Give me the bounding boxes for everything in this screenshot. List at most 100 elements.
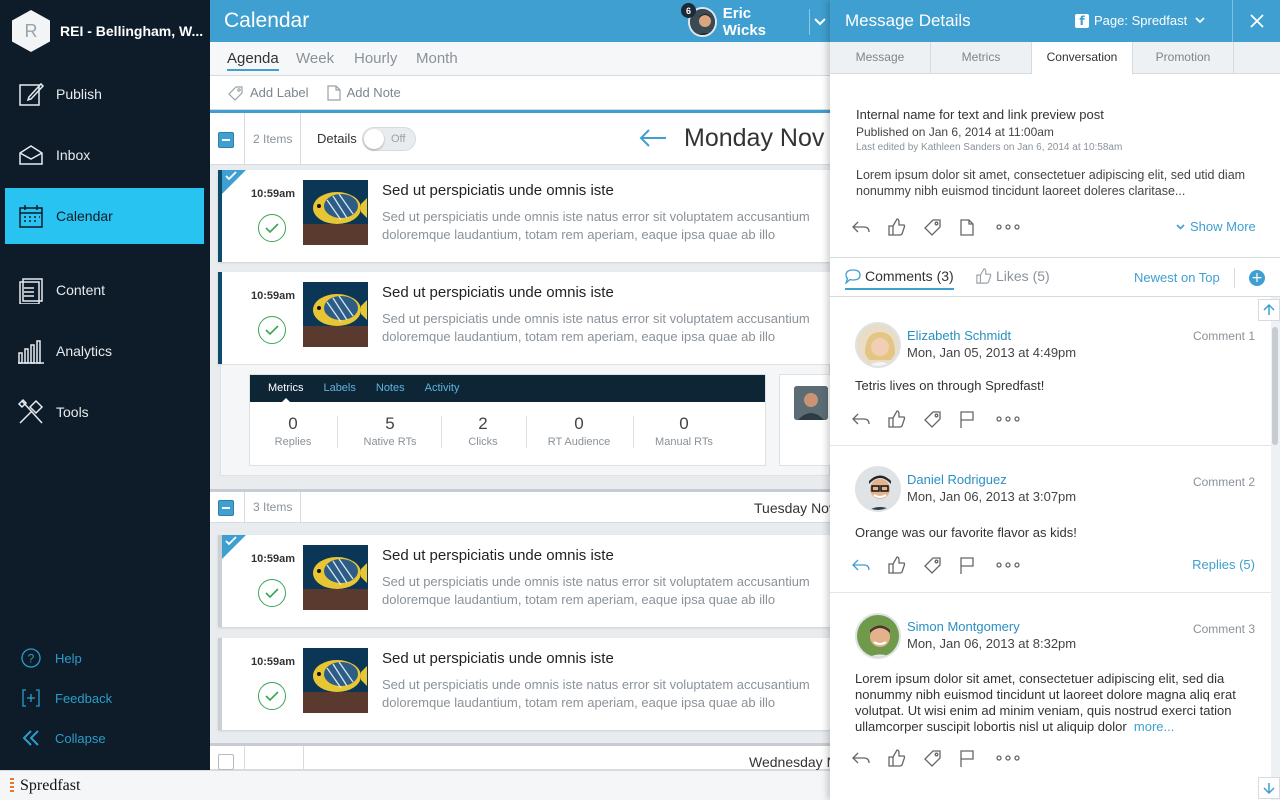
day-title: Wednesday N [749,754,837,770]
post-card[interactable]: 10:59am Sed ut perspiciatis unde omnis i… [218,535,830,627]
like-icon[interactable] [888,408,924,430]
scrollbar-thumb[interactable] [1272,327,1278,445]
scroll-down-button[interactable] [1258,777,1280,799]
add-label-button[interactable]: Add Label [228,85,309,101]
chevron-down-icon[interactable] [808,9,830,35]
like-icon[interactable] [888,216,924,238]
divider [337,416,338,448]
post-card[interactable]: 10:59am Sed ut perspiciatis unde omnis i… [218,272,830,364]
day-header-wednesday: Wednesday N [210,743,837,770]
more-icon[interactable] [996,216,1032,238]
nav-tools[interactable]: Tools [5,384,204,440]
flag-icon[interactable] [960,747,996,769]
nav-content[interactable]: Content [5,262,204,318]
post-time: 10:59am [251,553,296,565]
select-all-checkbox[interactable] [218,754,234,770]
calendar-icon [16,201,46,231]
stat-clicks: 2 Clicks [433,414,533,448]
nav-label: Help [55,650,82,666]
sort-dropdown[interactable]: Newest on Top [1134,270,1220,285]
nav-collapse[interactable]: Collapse [20,727,106,749]
user-menu[interactable]: Eric Wicks [688,5,830,39]
select-all-checkbox[interactable] [218,132,234,148]
flag-icon[interactable] [960,554,996,576]
stat-value: 0 [679,414,689,433]
close-button[interactable] [1232,0,1280,42]
like-icon[interactable] [888,554,924,576]
more-icon[interactable] [996,408,1032,430]
tab-message[interactable]: Message [830,42,931,74]
nav-publish[interactable]: Publish [5,66,204,122]
more-icon[interactable] [996,554,1032,576]
metrics-card: Metrics Labels Notes Activity 0 Replies … [249,374,766,466]
comment-author[interactable]: Daniel Rodriguez [907,472,1007,487]
select-all-checkbox[interactable] [218,500,234,516]
notification-badge[interactable]: 6 [681,3,696,18]
stat-value: 0 [574,414,584,433]
more-link[interactable]: more... [1134,719,1174,734]
post-body: Sed ut perspiciatis unde omnis iste natu… [382,574,810,607]
page-selector[interactable]: f Page: Spredfast [1075,13,1205,28]
tag-icon[interactable] [924,408,960,430]
nav-analytics[interactable]: Analytics [5,323,204,379]
spredfast-logo: Spredfast [10,777,80,795]
details-header: Message Details f Page: Spredfast [830,0,1280,42]
check-icon [225,171,237,181]
nav-calendar[interactable]: Calendar [5,188,204,244]
document-icon[interactable] [960,216,996,238]
more-icon[interactable] [996,747,1032,769]
org-switcher[interactable]: R REI - Bellingham, W... [12,10,203,52]
comment-date: Mon, Jan 06, 2013 at 3:07pm [907,489,1077,504]
arrow-left-icon[interactable] [638,127,668,149]
reply-icon[interactable] [852,554,888,576]
nav-help[interactable]: ? Help [20,647,82,669]
stat-replies: 0 Replies [243,414,343,448]
tab-comments[interactable]: Comments (3) [845,268,954,290]
facebook-icon: f [1075,13,1089,28]
nav-label: Collapse [55,730,106,746]
reply-icon[interactable] [852,408,888,430]
add-comment-button[interactable]: + [1249,270,1265,286]
nav-label: Content [56,282,106,298]
replies-link[interactable]: Replies (5) [1192,557,1255,572]
details-toggle[interactable]: Off [362,127,416,151]
tag-icon[interactable] [924,554,960,576]
tab-month[interactable]: Month [416,50,458,67]
reply-icon[interactable] [852,216,888,238]
comment-actions [852,408,1032,430]
brand-name: Spredfast [20,776,81,794]
tag-icon[interactable] [924,216,960,238]
message-actions [852,216,1032,238]
add-note-button[interactable]: Add Note [326,84,401,101]
flag-icon[interactable] [960,408,996,430]
post-card[interactable]: 10:59am Sed ut perspiciatis unde omnis i… [218,170,830,262]
stat-value: 0 [288,414,298,433]
like-icon[interactable] [888,747,924,769]
tab-metrics[interactable]: Metrics [268,375,303,403]
add-label-text: Add Label [250,85,309,100]
nav-inbox[interactable]: Inbox [5,127,204,183]
tab-labels[interactable]: Labels [323,375,355,402]
tab-agenda[interactable]: Agenda [227,50,279,71]
tab-hourly[interactable]: Hourly [354,50,397,67]
post-card[interactable]: 10:59am Sed ut perspiciatis unde omnis i… [218,638,830,730]
tab-week[interactable]: Week [296,50,334,67]
tab-likes[interactable]: Likes (5) [976,268,1050,284]
comment-icon [845,268,861,284]
comment-list: Elizabeth Schmidt Mon, Jan 05, 2013 at 4… [830,297,1280,800]
show-more-button[interactable]: Show More [1176,219,1256,234]
nav-feedback[interactable]: Feedback [20,687,112,709]
tag-icon[interactable] [924,747,960,769]
tab-promotion[interactable]: Promotion [1133,42,1234,74]
tab-metrics[interactable]: Metrics [931,42,1032,74]
tab-conversation[interactable]: Conversation [1032,42,1133,75]
inbox-icon [16,140,46,170]
tab-notes[interactable]: Notes [376,375,405,402]
tab-activity[interactable]: Activity [425,375,460,402]
comment-author[interactable]: Simon Montgomery [907,619,1020,634]
details-label: Details [317,131,357,146]
scroll-up-button[interactable] [1258,299,1280,321]
comment-author[interactable]: Elizabeth Schmidt [907,328,1011,343]
analytics-icon [16,336,46,366]
reply-icon[interactable] [852,747,888,769]
